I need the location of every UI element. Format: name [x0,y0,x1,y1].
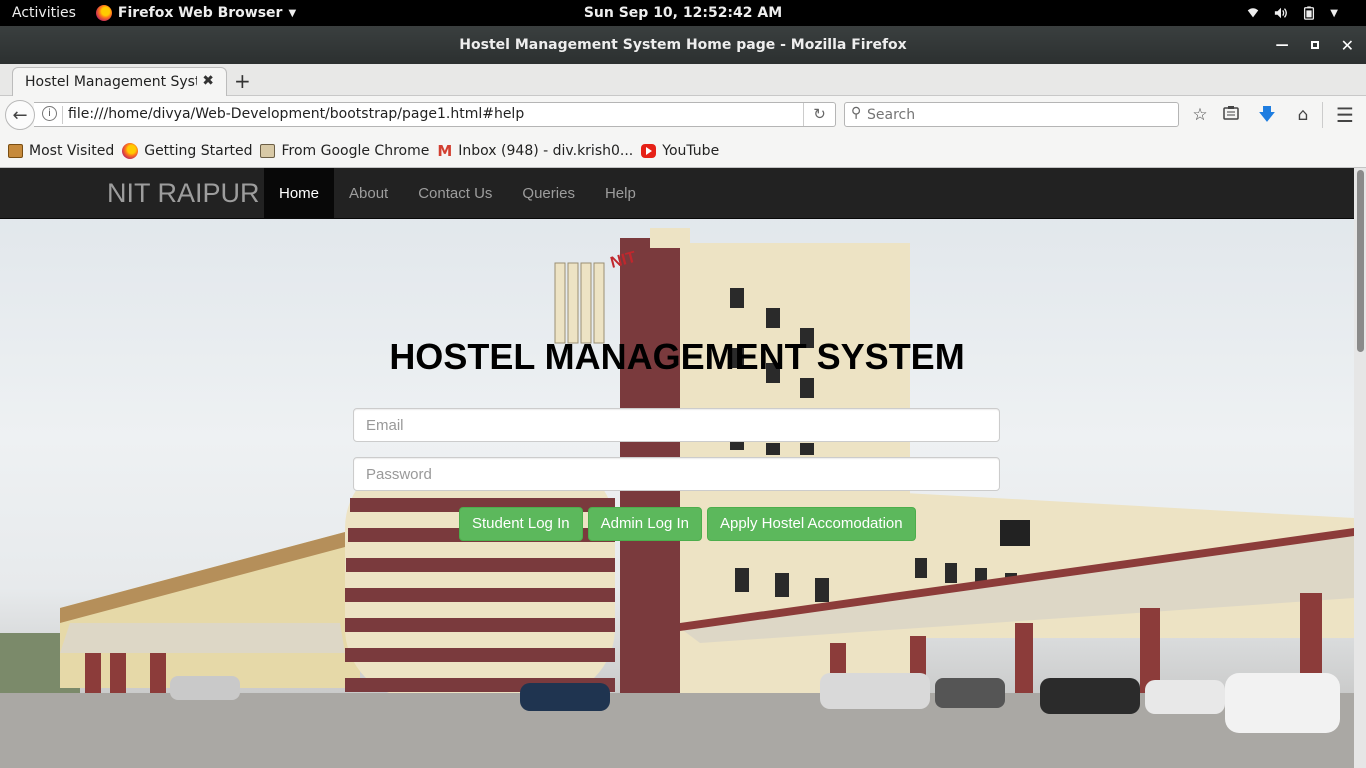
home-icon[interactable]: ⌂ [1292,104,1314,126]
gmail-icon: M [437,141,453,160]
bookmark-most-visited[interactable]: Most Visited [8,143,114,159]
browser-tab[interactable]: Hostel Management System Home page ✖ [12,67,227,97]
page-viewport: NIT NIT RAIPUR Home About Contact Us Que… [0,168,1354,768]
password-field[interactable] [353,457,1000,491]
window-title-bar[interactable]: Hostel Management System Home page - Moz… [0,26,1366,64]
chevron-down-icon: ▼ [1330,7,1338,19]
bookmark-label: Most Visited [29,142,115,159]
chevron-down-icon: ▼ [288,7,297,19]
navigation-toolbar: i file:///home/divya/Web-Development/boo… [0,96,1366,134]
page-scrollbar[interactable] [1354,168,1366,768]
close-icon[interactable]: ✕ [1341,36,1354,55]
download-icon[interactable]: 🡇 [1256,104,1278,126]
toolbar-divider [1322,102,1323,128]
url-bar[interactable]: i file:///home/divya/Web-Development/boo… [34,102,836,127]
nav-contact-us[interactable]: Contact Us [403,168,507,219]
nav-home[interactable]: Home [264,168,335,219]
hero-background: NIT NIT RAIPUR Home About Contact Us Que… [0,168,1354,768]
back-button[interactable]: ← [5,100,35,130]
app-menu-label: Firefox Web Browser [117,5,283,21]
info-icon[interactable]: i [42,106,57,121]
bookmark-label: From Google Chrome [281,142,430,159]
student-login-button[interactable]: Student Log In [459,507,583,541]
firefox-icon [95,5,112,21]
folder-icon [260,143,276,158]
bookmark-youtube[interactable]: YouTube [641,143,719,159]
nav-help[interactable]: Help [590,168,651,219]
reading-list-icon[interactable] [1220,104,1242,126]
divider [62,106,63,124]
nav-queries[interactable]: Queries [507,168,590,219]
site-navbar: NIT RAIPUR Home About Contact Us Queries… [0,168,1354,219]
bookmark-getting-started[interactable]: Getting Started [122,142,253,159]
app-menu[interactable]: Firefox Web Browser ▼ [95,5,297,21]
minimize-icon[interactable]: — [1276,38,1289,53]
search-icon: ⚲ [851,105,862,121]
bookmark-inbox[interactable]: M Inbox (948) - div.krish0... [437,142,633,160]
most-visited-icon [8,143,23,158]
site-nav-links: Home About Contact Us Queries Help [264,168,651,219]
bookmarks-toolbar: Most Visited Getting Started From Google… [0,134,1366,168]
tab-title: Hostel Management System Home page [25,74,197,90]
reload-icon[interactable]: ↻ [803,103,835,126]
nav-about[interactable]: About [334,168,403,219]
page-heading: HOSTEL MANAGEMENT SYSTEM [389,336,965,377]
bookmark-label: Getting Started [144,142,253,159]
url-text[interactable]: file:///home/divya/Web-Development/boots… [68,106,524,122]
apply-accommodation-button[interactable]: Apply Hostel Accomodation [706,507,916,541]
new-tab-icon[interactable]: + [234,69,251,93]
window-title: Hostel Management System Home page - Moz… [459,37,907,53]
close-tab-icon[interactable]: ✖ [202,73,214,89]
bookmark-label: Inbox (948) - div.krish0... [458,142,634,159]
wifi-icon [1248,8,1259,18]
bookmark-star-icon[interactable]: ☆ [1189,104,1211,126]
back-arrow-icon: ← [12,104,28,126]
hamburger-menu-icon[interactable]: ☰ [1334,104,1356,126]
volume-icon [1275,7,1288,19]
system-top-bar: Activities Firefox Web Browser ▼ Sun Sep… [0,0,1366,26]
bookmark-label: YouTube [662,142,720,159]
firefox-icon [122,142,139,159]
system-status-area[interactable]: ▼ [1246,6,1338,20]
bookmark-folder-chrome[interactable]: From Google Chrome [260,143,429,159]
tab-strip: Hostel Management System Home page ✖ + [0,64,1366,97]
site-brand[interactable]: NIT RAIPUR [107,178,260,209]
activities-button[interactable]: Activities [12,5,76,21]
search-bar[interactable]: ⚲ [844,102,1179,127]
email-field[interactable] [353,408,1000,442]
admin-login-button[interactable]: Admin Log In [587,507,702,541]
maximize-icon[interactable] [1310,41,1319,49]
login-button-row: Student Log In Admin Log In Apply Hostel… [459,507,916,541]
scrollbar-thumb[interactable] [1357,170,1364,352]
search-input[interactable] [867,105,1167,124]
battery-icon [1304,6,1315,20]
youtube-icon [641,143,657,158]
